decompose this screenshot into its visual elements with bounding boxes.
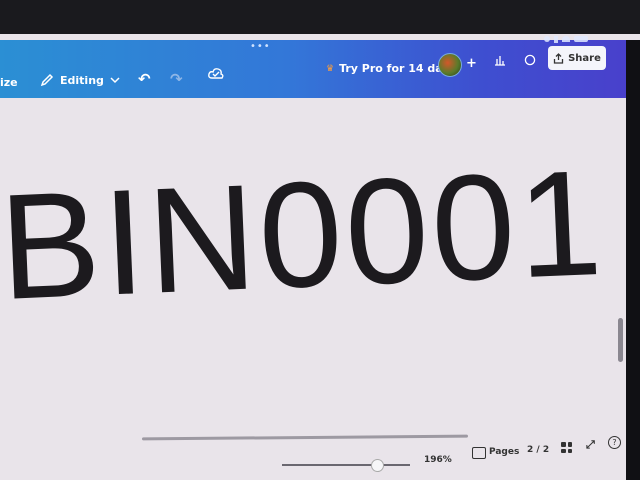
zoom-percentage[interactable]: 196% [424, 455, 452, 465]
cloud-check-icon [208, 68, 224, 79]
undo-button[interactable]: ↶ [138, 70, 151, 88]
chevron-down-icon [110, 77, 120, 84]
comment-icon [524, 54, 536, 66]
try-pro-button[interactable]: ♛ Try Pro for 14 days [326, 62, 456, 75]
comments-button[interactable] [524, 54, 536, 66]
avatar[interactable] [438, 53, 462, 77]
redo-icon: ↷ [170, 70, 183, 88]
zoom-slider[interactable] [282, 464, 410, 466]
zoom-slider-handle[interactable] [371, 459, 384, 472]
signal-icon [544, 36, 550, 42]
fullscreen-icon[interactable]: ⤢ [586, 438, 595, 452]
crown-icon: ♛ [326, 63, 335, 74]
add-collaborator-button[interactable]: + [466, 56, 477, 71]
redo-button[interactable]: ↷ [170, 70, 183, 88]
insights-button[interactable] [494, 54, 506, 66]
pencil-icon [40, 73, 54, 87]
wifi-icon [562, 36, 570, 42]
editing-label: Editing [60, 73, 104, 87]
bar-chart-icon [495, 56, 505, 66]
grid-view-icon[interactable] [561, 442, 572, 453]
multitask-dots[interactable]: ••• [250, 41, 271, 52]
page-indicator: 2 / 2 [527, 445, 550, 455]
pages-button[interactable]: Pages [489, 447, 519, 457]
editor-toolbar [0, 40, 640, 98]
canvas-text-element[interactable]: BIN0001 [0, 138, 608, 331]
device-bezel [626, 40, 640, 480]
bluetooth-icon [554, 35, 558, 43]
editing-mode-dropdown[interactable]: Editing [40, 73, 120, 87]
vertical-scrollbar[interactable] [618, 318, 623, 362]
help-button[interactable]: ? [608, 436, 621, 449]
plus-icon: + [466, 56, 477, 71]
system-status-icons [544, 34, 588, 44]
cloud-save-button[interactable] [208, 67, 224, 79]
share-button[interactable]: Share [548, 46, 606, 70]
battery-icon [574, 36, 588, 42]
share-label: Share [568, 52, 601, 64]
pages-icon[interactable] [472, 447, 486, 459]
share-icon [553, 52, 564, 64]
resize-menu[interactable]: ize [0, 76, 18, 89]
undo-icon: ↶ [138, 70, 151, 88]
resize-label: ize [0, 76, 18, 89]
